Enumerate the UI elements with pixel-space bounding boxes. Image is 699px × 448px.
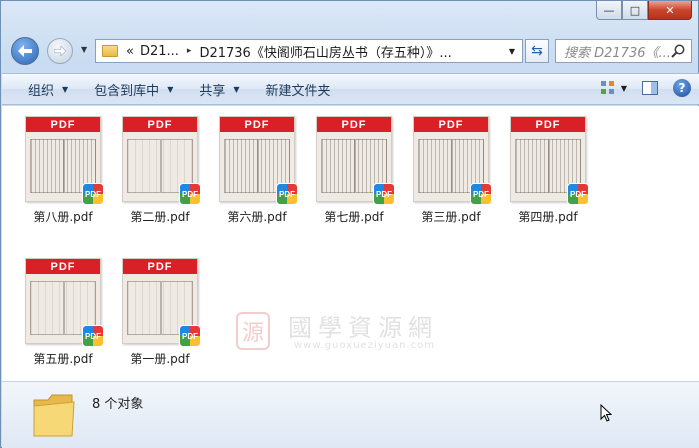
back-button[interactable] [11,37,39,65]
file-name[interactable]: 第二册.pdf [130,208,189,225]
refresh-button[interactable]: ⇆ [525,39,549,63]
breadcrumb-parent[interactable]: D21... [140,44,179,59]
pdf-thumbnail: PDF PDF [413,116,492,205]
address-overflow[interactable]: « [126,44,134,59]
file-item[interactable]: PDF PDF 第四册.pdf [503,108,593,232]
preview-pane-icon [642,81,658,95]
maximize-button[interactable]: □ [622,1,648,20]
pdf-thumbnail: PDF PDF [316,116,395,205]
new-folder-button[interactable]: 新建文件夹 [266,80,331,99]
command-toolbar: 组织 ▼ 包含到库中 ▼ 共享 ▼ 新建文件夹 ▼ ? [2,73,699,105]
pdf-label: PDF [26,117,100,132]
file-item[interactable]: PDF PDF 第一册.pdf [115,250,205,374]
caption-buttons: — □ ✕ [596,1,692,20]
pdf-badge-icon: PDF [179,325,201,347]
folder-icon [102,45,118,57]
mouse-cursor-icon [600,404,612,422]
include-in-library-menu[interactable]: 包含到库中 ▼ [94,80,173,99]
chevron-down-icon: ▼ [167,84,174,94]
file-name[interactable]: 第五册.pdf [33,350,92,367]
toolbar-right: ▼ ? [599,79,691,97]
address-bar[interactable]: « D21... ▸ D21736《快阁师石山房丛书（存五种）》... ▼ [95,39,523,63]
pdf-label: PDF [317,117,391,132]
file-item[interactable]: PDF PDF 第七册.pdf [309,108,399,232]
recent-pages-dropdown[interactable]: ▼ [81,45,87,54]
pdf-badge-icon: PDF [470,183,492,205]
help-button[interactable]: ? [673,79,691,97]
breadcrumb-separator[interactable]: ▸ [187,46,192,56]
view-grid-icon [600,81,614,94]
pdf-label: PDF [26,259,100,274]
close-button[interactable]: ✕ [648,1,692,20]
pdf-label: PDF [123,117,197,132]
navigation-bar: ▼ « D21... ▸ D21736《快阁师石山房丛书（存五种）》... ▼ … [9,35,692,67]
pdf-badge-icon: PDF [82,183,104,205]
file-item[interactable]: PDF PDF 第八册.pdf [18,108,108,232]
address-dropdown[interactable]: ▼ [502,40,522,62]
pdf-label: PDF [511,117,585,132]
file-name[interactable]: 第八册.pdf [33,208,92,225]
item-count: 8 个对象 [92,397,144,412]
file-item[interactable]: PDF PDF 第三册.pdf [406,108,496,232]
back-arrow-icon [18,45,32,57]
file-list[interactable]: PDF PDF 第八册.pdf PDF PDF 第二册.pdf PDF PDF … [2,106,699,381]
file-name[interactable]: 第三册.pdf [421,208,480,225]
change-view-button[interactable] [599,79,617,97]
watermark-url: www.guoxueziyuan.com [294,340,435,351]
file-name[interactable]: 第一册.pdf [130,350,189,367]
file-item[interactable]: PDF PDF 第二册.pdf [115,108,205,232]
pdf-thumbnail: PDF PDF [122,258,201,347]
file-item[interactable]: PDF PDF 第五册.pdf [18,250,108,374]
pdf-thumbnail: PDF PDF [25,258,104,347]
minimize-button[interactable]: — [596,1,622,20]
pdf-badge-icon: PDF [276,183,298,205]
help-icon: ? [678,81,686,95]
file-item[interactable]: PDF PDF 第六册.pdf [212,108,302,232]
search-icon[interactable] [671,44,685,58]
forward-button[interactable] [47,38,73,64]
folder-icon [33,394,75,437]
search-input[interactable]: 搜索 D21736《... [555,39,692,63]
file-name[interactable]: 第七册.pdf [324,208,383,225]
view-options-dropdown[interactable]: ▼ [621,84,627,93]
pdf-badge-icon: PDF [567,183,589,205]
pdf-label: PDF [220,117,294,132]
refresh-icon: ⇆ [531,43,543,59]
share-menu[interactable]: 共享 ▼ [199,80,239,99]
explorer-window: — □ ✕ ▼ « D21... ▸ D21736《快阁师石山房丛书（存五种）》… [0,0,699,448]
pdf-badge-icon: PDF [82,325,104,347]
watermark-seal: 源 [236,312,270,350]
file-name[interactable]: 第四册.pdf [518,208,577,225]
chevron-down-icon: ▼ [233,84,240,94]
pdf-badge-icon: PDF [373,183,395,205]
watermark-text: 國學資源網 [288,314,438,342]
chevron-down-icon: ▼ [62,84,69,94]
pdf-badge-icon: PDF [179,183,201,205]
organize-menu[interactable]: 组织 ▼ [28,80,68,99]
include-in-library-label: 包含到库中 [94,83,160,99]
preview-pane-button[interactable] [641,79,659,97]
new-folder-label: 新建文件夹 [265,83,331,99]
search-placeholder: 搜索 D21736《... [564,45,671,61]
breadcrumb-current[interactable]: D21736《快阁师石山房丛书（存五种）》... [199,42,451,61]
details-pane: 8 个对象 [2,381,699,448]
share-label: 共享 [199,83,226,99]
pdf-label: PDF [123,259,197,274]
pdf-thumbnail: PDF PDF [219,116,298,205]
watermark: 源 國學資源網 www.guoxueziyuan.com [236,308,466,358]
pdf-thumbnail: PDF PDF [25,116,104,205]
pdf-thumbnail: PDF PDF [510,116,589,205]
pdf-label: PDF [414,117,488,132]
forward-arrow-icon [54,46,66,56]
file-name[interactable]: 第六册.pdf [227,208,286,225]
pdf-thumbnail: PDF PDF [122,116,201,205]
organize-label: 组织 [28,83,55,99]
